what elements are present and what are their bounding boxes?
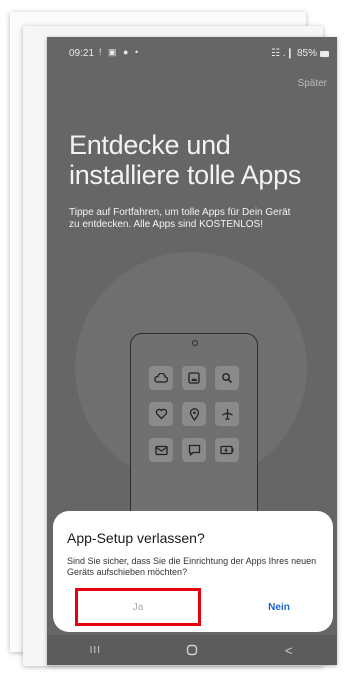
search-icon [215, 366, 239, 390]
page-title: Entdecke und installiere tolle Apps [69, 130, 302, 190]
confirm-button[interactable]: Ja [75, 588, 201, 626]
recents-icon: III [89, 644, 101, 656]
exit-setup-dialog: App-Setup verlassen? Sind Sie sicher, da… [53, 511, 333, 632]
battery-charge-icon [215, 438, 239, 462]
status-right-group: ☷ .❙ 85% [271, 48, 329, 59]
phone-screen: 09:21 ! ▣ ● • ☷ .❙ 85% Später Entdecke u… [47, 37, 337, 665]
dialog-title: App-Setup verlassen? [67, 530, 205, 546]
home-icon [186, 644, 198, 656]
status-bar: 09:21 ! ▣ ● • ☷ .❙ 85% [47, 37, 337, 67]
cancel-button[interactable]: Nein [239, 588, 319, 626]
status-time: 09:21 [69, 48, 95, 59]
dialog-message: Sind Sie sicher, dass Sie die Einrichtun… [67, 556, 317, 577]
location-pin-icon [182, 402, 206, 426]
description-text: Tippe auf Fortfahren, um tolle Apps für … [69, 207, 291, 230]
recents-button[interactable]: III [75, 638, 115, 662]
camera-dot [192, 340, 198, 346]
heart-icon [149, 402, 173, 426]
back-button[interactable]: < [269, 638, 309, 662]
skip-button[interactable]: Später [298, 78, 327, 89]
back-icon: < [284, 642, 293, 658]
mail-icon [149, 438, 173, 462]
home-button[interactable] [172, 638, 212, 662]
signal-icon: ☷ .❙ [271, 48, 294, 59]
chat-icon [182, 438, 206, 462]
airplane-icon [215, 402, 239, 426]
image-icon [182, 366, 206, 390]
cloud-icon [149, 366, 173, 390]
battery-percentage: 85% [296, 48, 317, 59]
battery-icon [320, 50, 329, 57]
app-icon-grid [149, 366, 239, 462]
notification-icons: ! ▣ ● • [99, 47, 141, 57]
navigation-bar: III < [47, 635, 337, 665]
